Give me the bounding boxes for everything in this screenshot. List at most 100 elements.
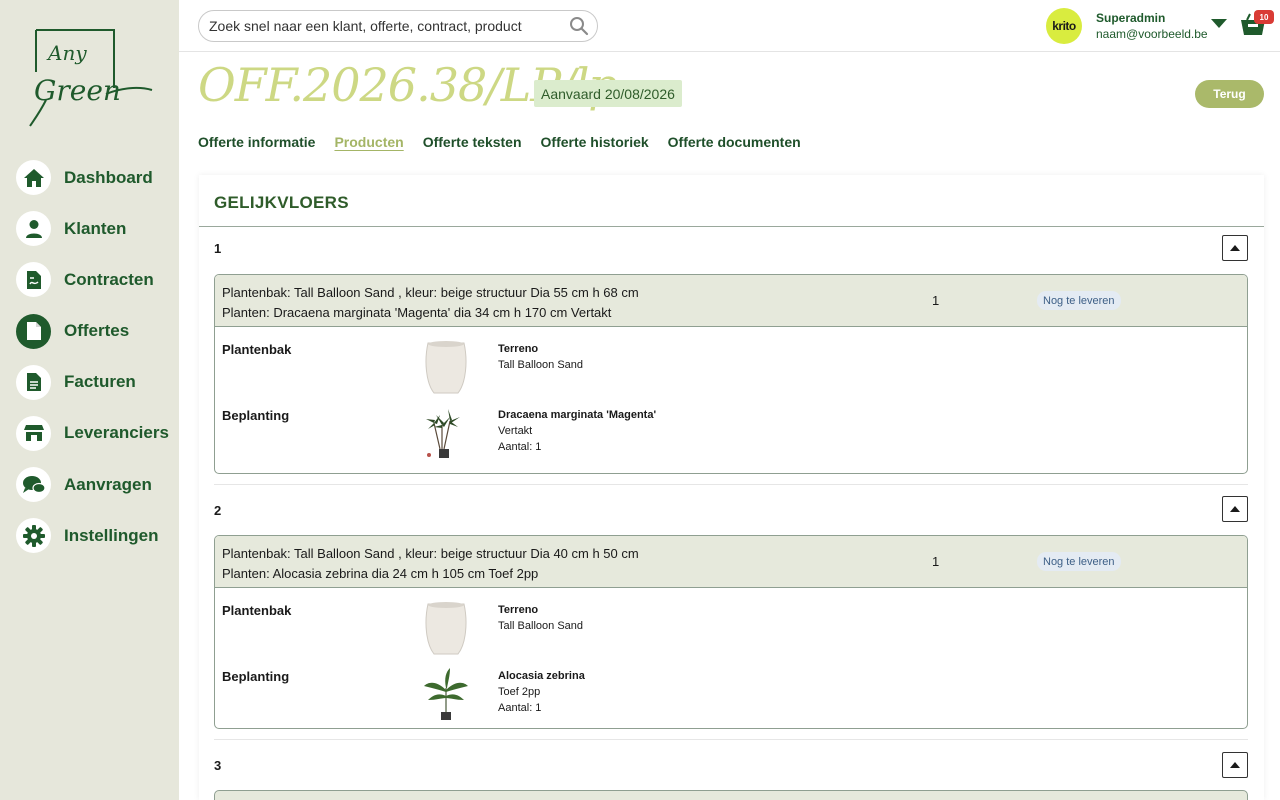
detail-text: Dracaena marginata 'Magenta' Vertakt Aan… (498, 407, 656, 455)
product-name: Alocasia zebrina (498, 670, 585, 682)
offer-tabs: Offerte informatie Producten Offerte tek… (198, 134, 820, 152)
collapse-button[interactable] (1222, 752, 1248, 778)
delivery-status-badge: Nog te leveren (1037, 291, 1121, 310)
any-green-logo[interactable]: Any Green (26, 28, 156, 130)
chat-icon (16, 467, 51, 503)
collapse-button[interactable] (1222, 235, 1248, 261)
chevron-up-icon (1230, 245, 1240, 251)
tab-offerte-teksten[interactable]: Offerte teksten (423, 134, 522, 152)
nav-item-instellingen[interactable]: Instellingen (16, 518, 169, 554)
delivery-status-badge: Nog te leveren (1037, 552, 1121, 571)
sidebar: Any Green Dashboard Klanten Contracten O… (0, 0, 179, 800)
document-icon (16, 313, 51, 349)
product-name: Tall Balloon Sand (498, 359, 584, 371)
search-icon[interactable] (569, 16, 589, 36)
nav-item-leveranciers[interactable]: Leveranciers (16, 415, 169, 451)
detail-label: Beplanting (222, 669, 290, 684)
svg-text:Green: Green (34, 74, 121, 107)
product-item: Plantenbak: Tall Balloon Sand , kleur: b… (214, 274, 1248, 474)
detail-text: Alocasia zebrina Toef 2pp Aantal: 1 (498, 668, 585, 716)
search-box[interactable] (198, 10, 598, 42)
tab-offerte-informatie[interactable]: Offerte informatie (198, 134, 315, 152)
detail-row-planter: Plantenbak Terreno Tall Balloon Sand (215, 588, 1247, 655)
detail-row-planter: Plantenbak Terreno Tall Balloon Sand (215, 327, 1247, 394)
gear-icon (16, 518, 51, 554)
nav-item-klanten[interactable]: Klanten (16, 211, 169, 247)
detail-label: Beplanting (222, 408, 290, 423)
detail-label: Plantenbak (222, 342, 292, 357)
nav-label: Offertes (64, 321, 130, 341)
detail-row-plant: Beplanting Dracaena marginata 'Magenta' … (215, 393, 1247, 459)
detail-text: Terreno Tall Balloon Sand (498, 341, 583, 373)
nav-label: Klanten (64, 218, 127, 238)
item-line: Planten: Dracaena marginata 'Magenta' di… (222, 304, 612, 320)
product-brand: Terreno (498, 604, 539, 616)
nav-item-aanvragen[interactable]: Aanvragen (16, 467, 169, 503)
user-icon (16, 211, 51, 247)
item-number: 1 (214, 241, 222, 256)
item-number: 2 (214, 503, 222, 518)
user-email: naam@voorbeeld.be (1096, 27, 1208, 41)
product-name: Tall Balloon Sand (498, 620, 584, 632)
chevron-up-icon (1230, 762, 1240, 768)
item-quantity: 1 (932, 293, 940, 308)
invoice-icon (16, 364, 51, 400)
contract-icon (16, 262, 51, 298)
store-icon (16, 415, 51, 451)
search-input[interactable] (209, 18, 569, 34)
nav-label: Dashboard (64, 167, 153, 187)
section-title: GELIJKVLOERS (214, 193, 349, 212)
item-description: Plantenbak: Tall Balloon Sand , kleur: b… (222, 544, 639, 583)
cart-count-badge: 10 (1254, 10, 1274, 24)
detail-text: Terreno Tall Balloon Sand (498, 602, 583, 634)
product-name: Dracaena marginata 'Magenta' (498, 409, 657, 421)
item-quantity: 1 (932, 554, 940, 569)
main-nav: Dashboard Klanten Contracten Offertes Fa… (16, 160, 169, 570)
item-line: Plantenbak: Tall Balloon Sand , kleur: b… (222, 546, 639, 561)
item-line: Plantenbak: Tall Balloon Sand , kleur: b… (222, 285, 639, 300)
topbar: krito Superadmin naam@voorbeeld.be 10 (179, 0, 1280, 52)
nav-item-facturen[interactable]: Facturen (16, 364, 169, 400)
nav-item-contracten[interactable]: Contracten (16, 262, 169, 298)
item-header[interactable]: Plantenbak: Tall Balloon Sand , kleur: b… (215, 275, 1247, 327)
status-badge: Aanvaard 20/08/2026 (534, 80, 682, 107)
nav-label: Aanvragen (64, 474, 152, 494)
product-amount: Aantal: 1 (498, 702, 542, 714)
collapse-button[interactable] (1222, 496, 1248, 522)
nav-label: Contracten (64, 269, 154, 289)
item-description: Plantenbak: Tall Balloon Sand , kleur: b… (222, 283, 639, 322)
svg-text:Any: Any (46, 41, 87, 65)
product-brand: Terreno (498, 343, 539, 355)
planter-image (425, 341, 467, 394)
detail-label: Plantenbak (222, 603, 292, 618)
divider (199, 226, 1264, 227)
product-variant: Toef 2pp (498, 686, 541, 698)
product-amount: Aantal: 1 (498, 441, 542, 453)
avatar[interactable]: krito (1046, 8, 1082, 44)
tab-offerte-documenten[interactable]: Offerte documenten (668, 134, 801, 152)
product-variant: Vertakt (498, 425, 533, 437)
plant-image (424, 668, 468, 720)
chevron-down-icon[interactable] (1211, 19, 1227, 28)
planter-image (425, 602, 467, 655)
user-name: Superadmin (1096, 11, 1166, 25)
home-icon (16, 160, 51, 195)
item-header[interactable]: Plantenbak: Tall Balloon Sand , kleur: b… (215, 536, 1247, 588)
nav-label: Leveranciers (64, 423, 169, 443)
nav-label: Facturen (64, 372, 136, 392)
product-item: Plantenbak: Tall Balloon Sand , kleur: b… (214, 535, 1248, 729)
detail-row-plant: Beplanting Alocasia zebrina Toef 2pp Aan… (215, 654, 1247, 720)
plant-image (426, 409, 460, 458)
back-button[interactable]: Terug (1195, 80, 1264, 108)
tab-offerte-historiek[interactable]: Offerte historiek (541, 134, 649, 152)
nav-item-offertes[interactable]: Offertes (16, 313, 169, 349)
product-item (214, 790, 1248, 800)
divider (214, 484, 1248, 485)
nav-label: Instellingen (64, 525, 159, 545)
item-number: 3 (214, 758, 222, 773)
products-section: GELIJKVLOERS 1 Plantenbak: Tall Balloon … (199, 175, 1264, 800)
nav-item-dashboard[interactable]: Dashboard (16, 160, 169, 195)
item-line: Planten: Alocasia zebrina dia 24 cm h 10… (222, 565, 539, 581)
tab-producten[interactable]: Producten (334, 134, 403, 152)
divider (214, 739, 1248, 740)
